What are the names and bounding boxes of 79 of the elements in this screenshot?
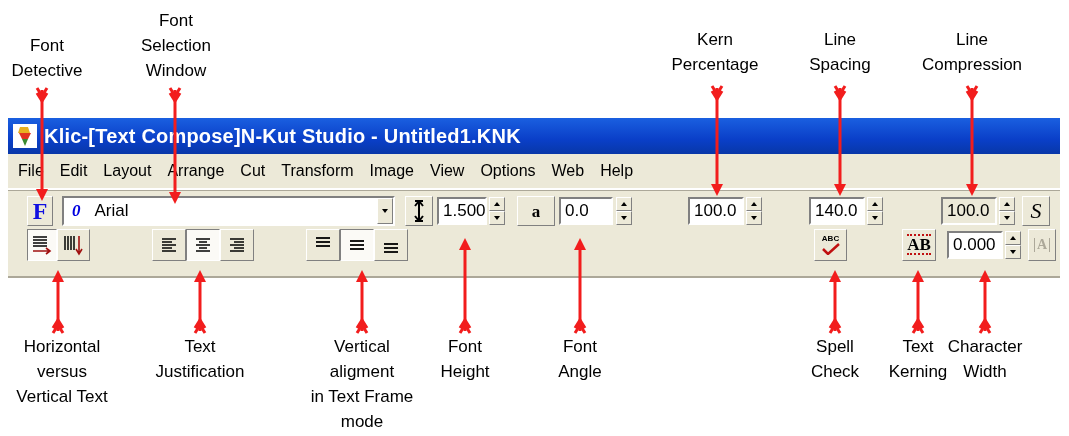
down-arrow-icon [621,216,627,220]
down-arrow-icon [872,216,878,220]
kerning-button[interactable]: AB [902,228,936,261]
callout-label: Line Spacing [809,29,871,76]
menu-item[interactable]: Transform [273,162,362,180]
vertical-align-icon [350,239,364,250]
kern-percentage-field[interactable]: 100.0 [688,197,744,225]
spin-up-button[interactable] [999,197,1015,211]
vertical-text-icon [62,233,85,256]
spin-down-button[interactable] [489,211,505,225]
spin-up-button[interactable] [489,197,505,211]
up-arrow-icon [621,202,627,206]
vertical-double-arrow-icon [414,200,424,222]
callout-label: Font Detective [11,35,83,82]
down-arrow-icon [494,216,500,220]
menu-item[interactable]: Web [543,162,593,180]
check-mark-icon [820,242,841,255]
callout-arrow [356,270,368,333]
font-angle-button[interactable]: a [517,196,555,226]
menu-item[interactable]: View [422,162,473,180]
menu-item[interactable]: Options [472,162,544,180]
callout-label: Spell Check [810,336,860,383]
callout-arrow [829,270,841,333]
spin-down-button[interactable] [616,211,632,225]
menu-item[interactable]: Edit [51,162,96,180]
vertical-align-icon [384,242,398,253]
font-height-button[interactable] [405,196,433,226]
align-icon [228,235,246,254]
callout-label: Text Kerning [888,336,948,383]
up-arrow-icon [872,202,878,206]
spin-up-button[interactable] [867,197,883,211]
line-spacing-field[interactable]: 140.0 [809,197,865,225]
callout-label: Font Selection Window [141,10,211,82]
down-arrow-icon [1010,249,1016,254]
callout-arrow [52,270,64,333]
align-icon [160,235,178,254]
align-icon [194,235,212,254]
vertical-align-button[interactable] [340,228,374,261]
spin-up-button[interactable] [746,197,762,211]
spin-down-button[interactable] [867,211,883,225]
font-detective-button[interactable]: F [27,196,53,226]
spin-up-button[interactable] [1005,230,1021,245]
callout-label: Font Angle [558,336,602,383]
style-button[interactable]: S [1022,196,1050,226]
spell-check-button[interactable]: ABC [814,228,847,261]
vertical-text-button[interactable] [57,228,90,261]
down-arrow-icon [382,209,388,213]
down-arrow-icon [1004,216,1010,220]
font-select-dropdown[interactable]: 0 Arial [62,196,395,226]
callout-label: Vertical aligment in Text Frame mode [310,336,414,433]
menu-item[interactable]: Layout [95,162,160,180]
horizontal-text-icon [31,234,53,255]
font-height-field[interactable]: 1.500 [437,197,487,225]
menu-item[interactable]: Help [592,162,642,180]
spin-down-button[interactable] [999,211,1015,225]
down-arrow-icon [751,216,757,220]
app-logo-icon [12,123,38,149]
callout-label: Character Width [947,336,1023,383]
character-width-field[interactable]: 0.000 [947,230,1003,259]
callout-label: Kern Percentage [671,29,759,76]
up-arrow-icon [751,202,757,206]
spin-up-button[interactable] [616,197,632,211]
font-angle-field[interactable]: 0.0 [559,197,613,225]
menu-item[interactable]: Cut [232,162,274,180]
callout-arrow [912,270,924,333]
menu-item[interactable]: Image [361,162,422,180]
vertical-align-icon [316,236,330,247]
callout-arrow [194,270,206,333]
callout-label: Text Justification [155,336,245,383]
spin-down-button[interactable] [746,211,762,225]
horizontal-text-button[interactable] [27,228,57,261]
up-arrow-icon [1010,235,1016,240]
callout-label: Font Height [440,336,490,383]
up-arrow-icon [494,202,500,206]
up-arrow-icon [1004,202,1010,206]
callout-label: Line Compression [921,29,1023,76]
justify-button[interactable] [186,228,220,261]
callout-arrow [979,270,991,333]
callout-label: Horizontal versus Vertical Text [16,336,108,408]
